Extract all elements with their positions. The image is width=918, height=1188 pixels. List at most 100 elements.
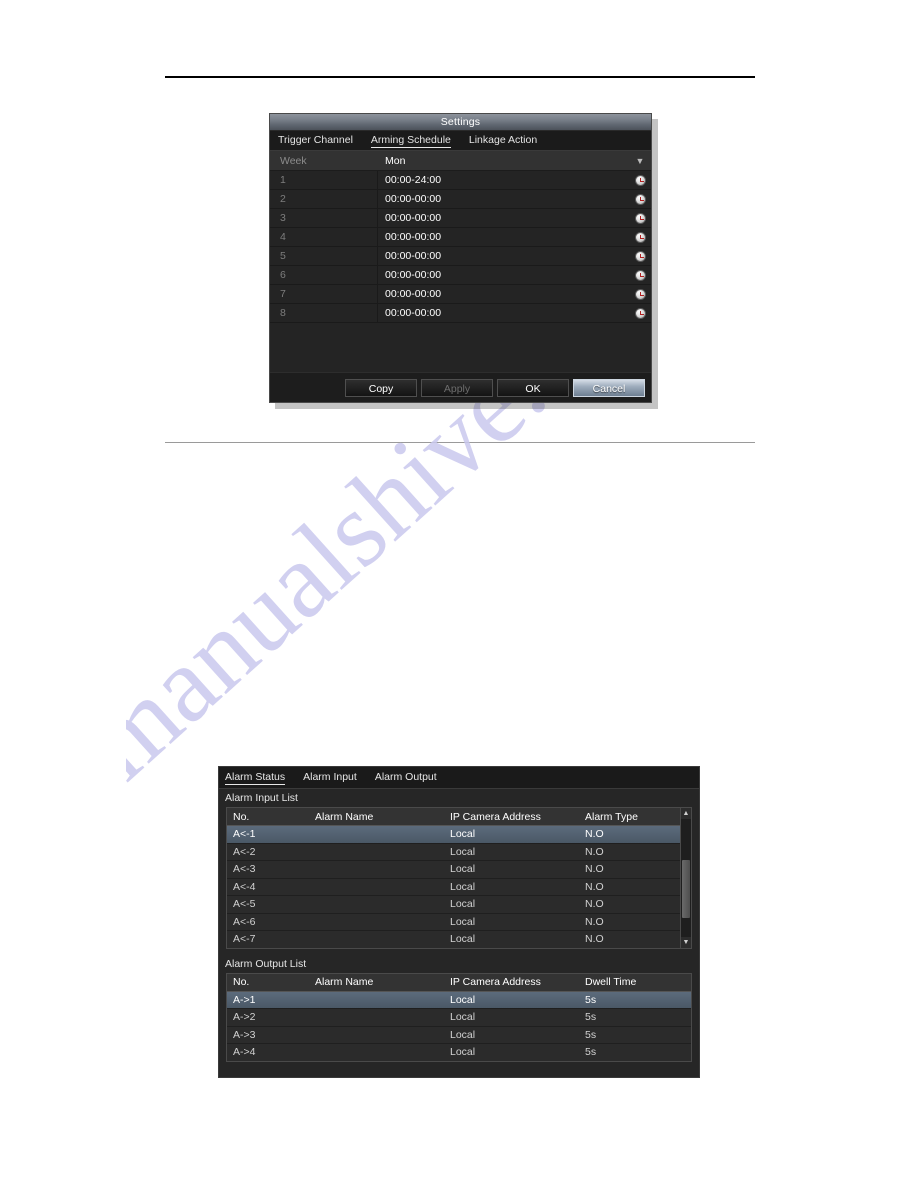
schedule-row-edit-cell[interactable] xyxy=(629,288,651,300)
schedule-row-time[interactable]: 00:00-00:00 xyxy=(378,193,629,205)
row-no: A->3 xyxy=(233,1028,256,1041)
row-dwell: 5s xyxy=(585,1011,597,1024)
table-row[interactable]: 6 00:00-00:00 xyxy=(270,266,651,285)
row-dwell: 5s xyxy=(585,1046,597,1059)
caret-up-icon[interactable]: ▲ xyxy=(681,808,691,819)
schedule-row-edit-cell[interactable] xyxy=(629,174,651,186)
schedule-row-edit-cell[interactable] xyxy=(629,231,651,243)
schedule-row-no: 7 xyxy=(270,285,378,303)
table-row[interactable]: 8 00:00-00:00 xyxy=(270,304,651,323)
table-row[interactable]: 2 00:00-00:00 xyxy=(270,190,651,209)
clock-icon[interactable] xyxy=(634,231,646,243)
row-address: Local xyxy=(450,993,476,1006)
cancel-button[interactable]: Cancel xyxy=(573,378,645,397)
row-no: A<-4 xyxy=(233,880,256,893)
column-header-address: IP Camera Address xyxy=(450,810,541,823)
row-address: Local xyxy=(450,880,476,893)
schedule-row-edit-cell[interactable] xyxy=(629,307,651,319)
alarm-tab-bar: Alarm Status Alarm Input Alarm Output xyxy=(219,767,699,789)
row-address: Local xyxy=(450,845,476,858)
row-no: A<-7 xyxy=(233,933,256,946)
table-row[interactable]: A<-1 Local N.O xyxy=(227,826,691,844)
row-type: N.O xyxy=(585,898,604,911)
row-address: Local xyxy=(450,915,476,928)
ok-button[interactable]: OK xyxy=(497,378,569,397)
tab-arming-schedule[interactable]: Arming Schedule xyxy=(370,134,451,148)
table-row[interactable]: 5 00:00-00:00 xyxy=(270,247,651,266)
clock-icon[interactable] xyxy=(634,307,646,319)
tab-alarm-output[interactable]: Alarm Output xyxy=(375,771,437,784)
alarm-panel: Alarm Status Alarm Input Alarm Output Al… xyxy=(218,766,700,1078)
row-no: A<-5 xyxy=(233,898,256,911)
table-row[interactable]: A<-6 Local N.O xyxy=(227,914,691,931)
row-type: N.O xyxy=(585,933,604,946)
watermark: manualshive.com xyxy=(126,384,846,814)
page-footer-rule xyxy=(165,442,755,443)
apply-button[interactable]: Apply xyxy=(421,378,493,397)
schedule-row-time[interactable]: 00:00-00:00 xyxy=(378,288,629,300)
schedule-row-time[interactable]: 00:00-00:00 xyxy=(378,231,629,243)
table-row[interactable]: A->4 Local 5s xyxy=(227,1044,691,1061)
row-no: A->4 xyxy=(233,1046,256,1059)
clock-icon[interactable] xyxy=(634,269,646,281)
schedule-row-edit-cell[interactable] xyxy=(629,212,651,224)
table-row[interactable]: A<-7 Local N.O xyxy=(227,931,691,948)
schedule-row-time[interactable]: 00:00-00:00 xyxy=(378,212,629,224)
table-row[interactable]: A->3 Local 5s xyxy=(227,1027,691,1044)
clock-icon[interactable] xyxy=(634,193,646,205)
tab-alarm-status[interactable]: Alarm Status xyxy=(225,771,286,785)
schedule-row-time[interactable]: 00:00-00:00 xyxy=(378,250,629,262)
week-select-value[interactable]: Mon xyxy=(378,155,629,167)
table-row[interactable]: 7 00:00-00:00 xyxy=(270,285,651,304)
schedule-row-no: 2 xyxy=(270,190,378,208)
chevron-down-icon[interactable]: ▼ xyxy=(629,156,651,166)
tab-linkage-action[interactable]: Linkage Action xyxy=(469,134,537,147)
row-type: N.O xyxy=(585,915,604,928)
row-no: A<-2 xyxy=(233,845,256,858)
alarm-output-table: No. Alarm Name IP Camera Address Dwell T… xyxy=(226,972,692,1062)
schedule-row-no: 6 xyxy=(270,266,378,284)
row-address: Local xyxy=(450,1028,476,1041)
schedule-row-list: 1 00:00-24:00 2 00:00-00:00 3 00:00-00:0… xyxy=(270,171,651,323)
row-type: N.O xyxy=(585,845,604,858)
clock-icon[interactable] xyxy=(634,174,646,186)
schedule-row-no: 3 xyxy=(270,209,378,227)
row-no: A<-6 xyxy=(233,915,256,928)
table-row[interactable]: A<-4 Local N.O xyxy=(227,879,691,896)
table-row[interactable]: 3 00:00-00:00 xyxy=(270,209,651,228)
copy-button[interactable]: Copy xyxy=(345,378,417,397)
schedule-row-edit-cell[interactable] xyxy=(629,193,651,205)
schedule-row-edit-cell[interactable] xyxy=(629,250,651,262)
schedule-row-time[interactable]: 00:00-24:00 xyxy=(378,174,629,186)
row-dwell: 5s xyxy=(585,1028,597,1041)
table-row[interactable]: A->2 Local 5s xyxy=(227,1009,691,1027)
table-row[interactable]: 4 00:00-00:00 xyxy=(270,228,651,247)
table-row[interactable]: A<-3 Local N.O xyxy=(227,861,691,879)
schedule-row-time[interactable]: 00:00-00:00 xyxy=(378,307,629,319)
tab-alarm-input[interactable]: Alarm Input xyxy=(303,771,357,784)
schedule-row-edit-cell[interactable] xyxy=(629,269,651,281)
clock-icon[interactable] xyxy=(634,250,646,262)
week-selector-row: Week Mon ▼ xyxy=(270,151,651,171)
table-row[interactable]: A<-5 Local N.O xyxy=(227,896,691,914)
alarm-input-scrollbar[interactable]: ▲ ▼ xyxy=(680,808,691,948)
alarm-input-list-caption: Alarm Input List xyxy=(219,789,699,807)
clock-icon[interactable] xyxy=(634,288,646,300)
clock-icon[interactable] xyxy=(634,212,646,224)
table-row[interactable]: A<-2 Local N.O xyxy=(227,844,691,861)
scrollbar-thumb[interactable] xyxy=(682,860,690,918)
schedule-row-time[interactable]: 00:00-00:00 xyxy=(378,269,629,281)
row-type: N.O xyxy=(585,828,604,841)
alarm-input-table: No. Alarm Name IP Camera Address Alarm T… xyxy=(226,807,692,949)
caret-down-icon[interactable]: ▼ xyxy=(681,936,691,948)
tab-trigger-channel[interactable]: Trigger Channel xyxy=(278,134,353,147)
settings-dialog: Settings Trigger Channel Arming Schedule… xyxy=(269,113,652,403)
dialog-title: Settings xyxy=(270,114,651,131)
page-header-rule xyxy=(165,76,755,78)
row-address: Local xyxy=(450,863,476,876)
alarm-output-table-header: No. Alarm Name IP Camera Address Dwell T… xyxy=(227,973,691,992)
row-address: Local xyxy=(450,1011,476,1024)
table-row[interactable]: 1 00:00-24:00 xyxy=(270,171,651,190)
table-row[interactable]: A->1 Local 5s xyxy=(227,991,691,1009)
row-no: A->2 xyxy=(233,1011,256,1024)
